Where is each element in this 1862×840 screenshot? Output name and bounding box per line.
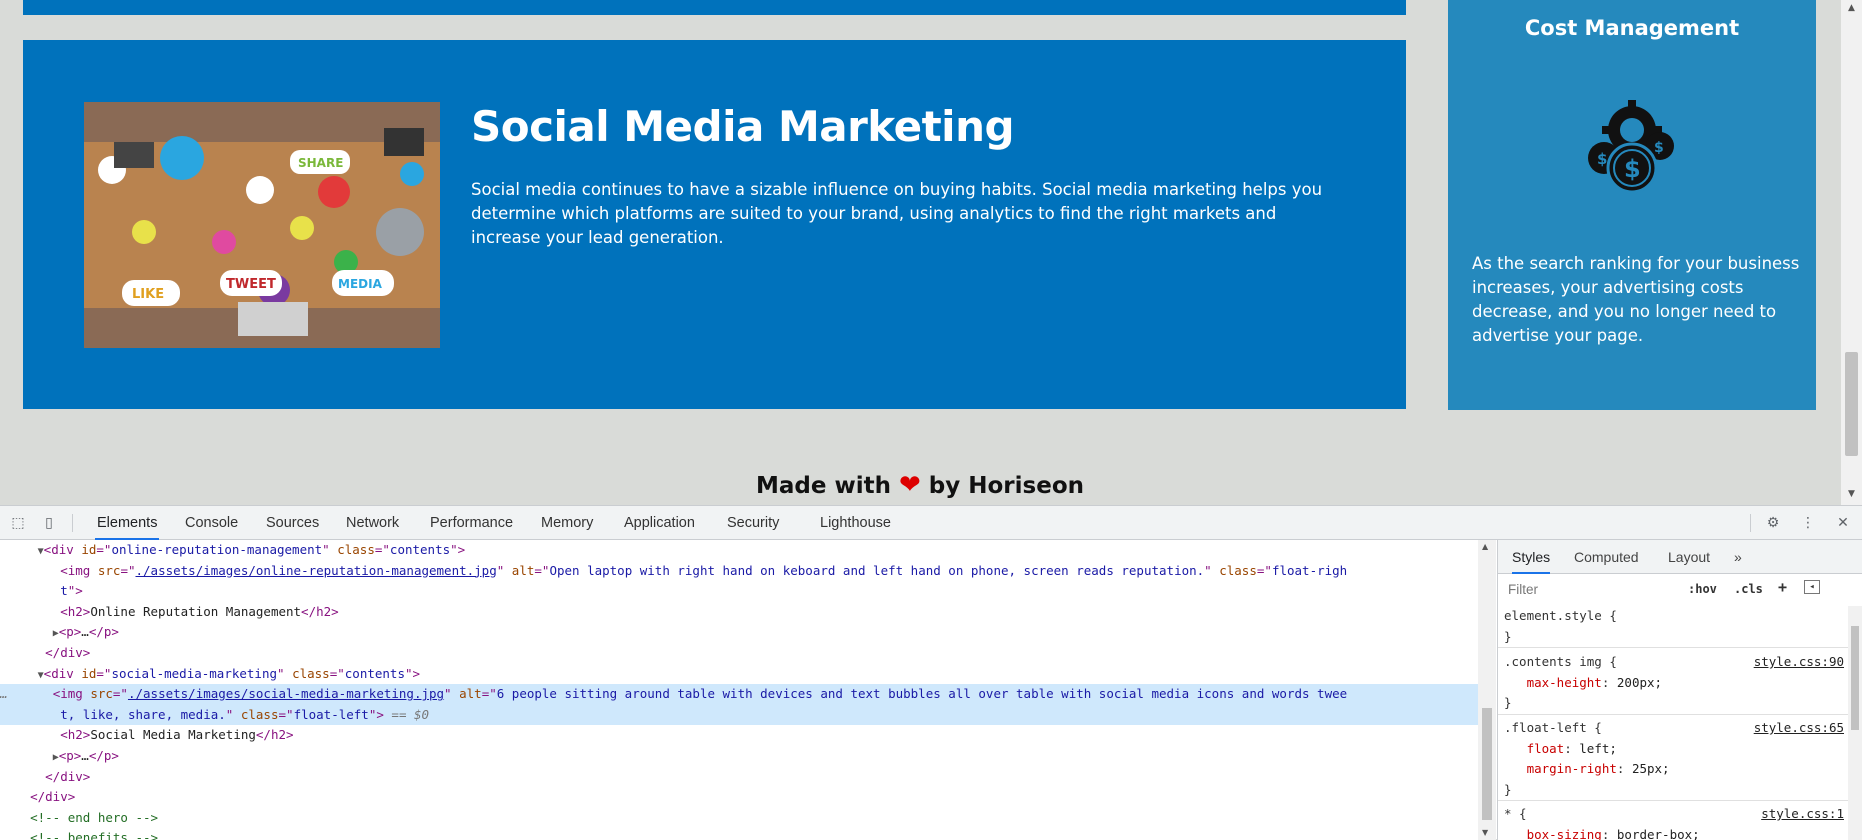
new-rule-icon[interactable]: + <box>1778 578 1787 596</box>
hov-toggle[interactable]: :hov <box>1688 582 1717 596</box>
styles-tabs: Styles Computed Layout » <box>1498 540 1862 574</box>
social-media-marketing-image[interactable]: SHARE TWEET LIKE MEDIA <box>84 102 440 348</box>
rule-source-link[interactable]: style.css:90 <box>1754 652 1844 673</box>
hero-text: Social media continues to have a sizable… <box>471 180 1323 247</box>
rule-selector: element.style { <box>1504 608 1617 623</box>
more-tabs-icon[interactable]: » <box>1734 540 1742 574</box>
rule-element-style[interactable]: element.style { } <box>1498 606 1848 649</box>
rule-close: } <box>1504 695 1512 711</box>
hero-title: Social Media Marketing <box>471 102 1015 151</box>
tab-application[interactable]: Application <box>622 506 697 540</box>
page-viewport: SHARE TWEET LIKE MEDIA Social Media Mark… <box>0 0 1862 505</box>
dom-node-img-reputation-wrap: t"> <box>60 583 83 599</box>
dom-node-img-reputation[interactable]: <img src="./assets/images/online-reputat… <box>0 561 1478 582</box>
aside-title: Cost Management <box>1524 16 1740 40</box>
scroll-up-icon[interactable]: ▲ <box>1841 0 1862 16</box>
tab-lighthouse[interactable]: Lighthouse <box>818 506 893 540</box>
prop-value[interactable]: 200px; <box>1617 675 1662 690</box>
rule-source-link[interactable]: style.css:1 <box>1761 804 1844 825</box>
dom-node-h2-reputation[interactable]: <h2>Online Reputation Management</h2> <box>0 602 1478 623</box>
image-word-media: MEDIA <box>338 277 383 291</box>
heart-icon: ❤ <box>898 470 921 500</box>
dom-node-close-div-social[interactable]: </div> <box>0 767 1478 788</box>
styles-scrollbar[interactable] <box>1848 606 1862 840</box>
svg-text:$: $ <box>1597 150 1607 168</box>
elements-scrollbar[interactable]: ▲ ▼ <box>1478 540 1496 840</box>
dom-node-img-social-selected[interactable]: … <img src="./assets/images/social-media… <box>0 684 1478 705</box>
dom-node-p-social[interactable]: ▶<p>…</p> <box>0 746 1478 767</box>
styles-pane: Styles Computed Layout » Filter :hov .cl… <box>1497 540 1862 840</box>
page-scrollbar[interactable]: ▲ ▼ <box>1841 0 1862 505</box>
rule-contents-img[interactable]: .contents img { style.css:90 max-height:… <box>1498 652 1848 715</box>
devtools-toolbar: ⬚ ▯ Elements Console Sources Network Per… <box>0 506 1862 540</box>
social-media-marketing-card: SHARE TWEET LIKE MEDIA Social Media Mark… <box>23 40 1406 409</box>
rule-universal[interactable]: * { style.css:1 box-sizing: border-box; <box>1498 804 1848 840</box>
dom-node-h2-social[interactable]: <h2>Social Media Marketing</h2> <box>0 725 1478 746</box>
dom-comment-end-hero[interactable]: <!-- end hero --> <box>0 808 1478 829</box>
styles-scrollbar-thumb[interactable] <box>1851 626 1859 730</box>
image-word-share: SHARE <box>298 156 343 170</box>
prop-name[interactable]: max-height <box>1527 675 1602 690</box>
previous-section-bottom <box>23 0 1406 15</box>
tab-console[interactable]: Console <box>183 506 240 540</box>
footer: Made with ❤ by Horiseon <box>0 470 1840 500</box>
close-icon[interactable]: ✕ <box>1834 514 1852 532</box>
dom-node-social-media[interactable]: ▼<div id="social-media-marketing" class=… <box>0 664 1478 685</box>
tab-performance[interactable]: Performance <box>428 506 515 540</box>
rule-source-link[interactable]: style.css:65 <box>1754 718 1844 739</box>
prop-value[interactable]: 25px; <box>1632 761 1670 776</box>
elements-tree[interactable]: ▼<div id="online-reputation-management" … <box>0 540 1478 840</box>
prop-value[interactable]: left; <box>1579 741 1617 756</box>
tab-network[interactable]: Network <box>344 506 401 540</box>
tab-computed[interactable]: Computed <box>1574 540 1639 574</box>
image-word-tweet: TWEET <box>226 277 276 292</box>
rule-close: } <box>1504 781 1512 797</box>
toggle-sidebar-icon[interactable]: ◂ <box>1804 580 1820 594</box>
scroll-down-icon[interactable]: ▼ <box>1841 486 1862 502</box>
dom-node-close-div[interactable]: </div> <box>0 643 1478 664</box>
image-word-like: LIKE <box>132 287 164 302</box>
prop-name[interactable]: box-sizing <box>1527 827 1602 840</box>
prop-name[interactable]: margin-right <box>1527 761 1617 776</box>
devtools-panel: ⬚ ▯ Elements Console Sources Network Per… <box>0 505 1862 840</box>
settings-gear-icon[interactable]: ⚙ <box>1764 514 1782 532</box>
cost-management-card: Cost Management $ $ $ As the search rank… <box>1448 0 1816 410</box>
footer-by: by Horiseon <box>928 473 1085 499</box>
dom-node-p-reputation[interactable]: ▶<p>…</p> <box>0 622 1478 643</box>
tab-elements[interactable]: Elements <box>95 506 160 540</box>
dom-comment-benefits[interactable]: <!-- benefits --> <box>0 828 1478 840</box>
rule-float-left[interactable]: .float-left { style.css:65 float: left; … <box>1498 718 1848 802</box>
tab-security[interactable]: Security <box>725 506 781 540</box>
tab-memory[interactable]: Memory <box>539 506 595 540</box>
more-options-icon[interactable]: ⋮ <box>1799 514 1817 532</box>
styles-filter-input[interactable]: Filter <box>1503 578 1673 602</box>
rule-close: } <box>1504 628 1512 644</box>
elements-scrollbar-thumb[interactable] <box>1482 708 1492 820</box>
tab-layout[interactable]: Layout <box>1668 540 1710 574</box>
tab-styles[interactable]: Styles <box>1512 540 1551 574</box>
elements-scroll-up-icon[interactable]: ▲ <box>1482 542 1488 551</box>
dom-node-close-hero[interactable]: </div> <box>0 787 1478 808</box>
footer-made-with: Made with <box>755 473 891 499</box>
aside-text: As the search ranking for your business … <box>1472 254 1800 345</box>
inspect-element-icon[interactable]: ⬚ <box>9 514 27 532</box>
svg-text:$: $ <box>1624 155 1641 183</box>
cls-toggle[interactable]: .cls <box>1734 582 1763 596</box>
svg-text:$: $ <box>1654 140 1664 156</box>
prop-value[interactable]: border-box; <box>1617 827 1700 840</box>
dom-node-img-social-wrap[interactable]: t, like, share, media." class="float-lef… <box>0 704 1478 726</box>
elements-scroll-down-icon[interactable]: ▼ <box>1482 828 1488 837</box>
dom-node-online-reputation[interactable]: ▼<div id="online-reputation-management" … <box>0 540 1478 561</box>
page-scrollbar-thumb[interactable] <box>1845 352 1858 456</box>
coins-gear-icon: $ $ $ <box>1582 100 1682 196</box>
tab-sources[interactable]: Sources <box>264 506 321 540</box>
prop-name[interactable]: float <box>1527 741 1565 756</box>
selected-node-marker: == $0 <box>391 706 430 722</box>
device-toolbar-icon[interactable]: ▯ <box>40 514 58 532</box>
